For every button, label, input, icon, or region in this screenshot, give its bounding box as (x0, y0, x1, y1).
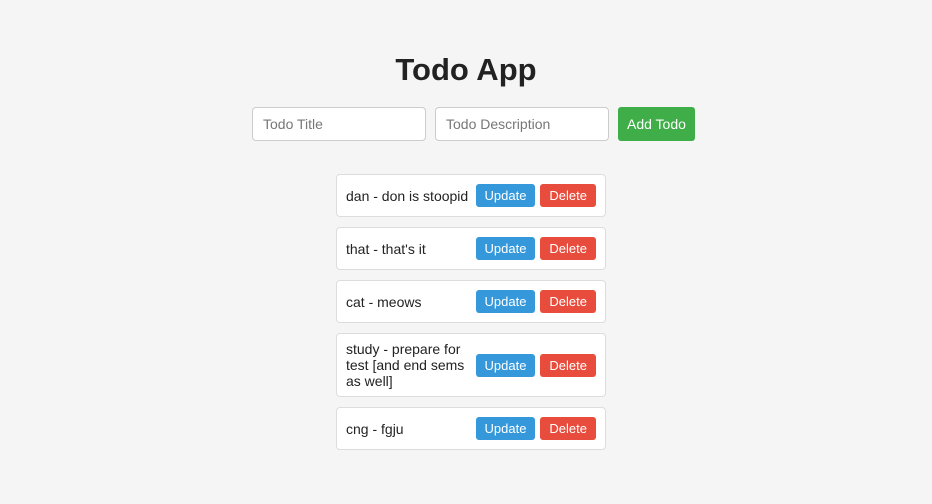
todo-item-text: dan - don is stoopid (346, 187, 469, 204)
page-title: Todo App (395, 52, 537, 87)
todo-item: study - prepare for test [and end sems a… (336, 333, 606, 397)
todo-item-text: cng - fgju (346, 420, 404, 437)
todo-description-input[interactable] (435, 107, 609, 141)
update-button[interactable]: Update (475, 237, 536, 260)
todo-list: dan - don is stoopid Update Delete that … (336, 174, 606, 460)
delete-button[interactable]: Delete (540, 184, 596, 207)
delete-button[interactable]: Delete (540, 353, 596, 377)
todo-item: cng - fgju Update Delete (336, 407, 606, 450)
add-todo-form: Add Todo (252, 107, 695, 141)
todo-item: cat - meows Update Delete (336, 280, 606, 323)
update-button[interactable]: Update (475, 417, 536, 440)
delete-button[interactable]: Delete (540, 290, 596, 313)
todo-title-input[interactable] (252, 107, 426, 141)
todo-item-text: cat - meows (346, 293, 422, 310)
todo-item: that - that's it Update Delete (336, 227, 606, 270)
todo-item-text: that - that's it (346, 240, 426, 257)
add-todo-button[interactable]: Add Todo (618, 107, 695, 141)
update-button[interactable]: Update (475, 184, 536, 207)
update-button[interactable]: Update (475, 290, 536, 313)
todo-app: Todo App Add Todo dan - don is stoopid U… (0, 0, 932, 504)
todo-item: dan - don is stoopid Update Delete (336, 174, 606, 217)
todo-item-text: study - prepare for test [and end sems a… (346, 341, 465, 389)
delete-button[interactable]: Delete (540, 417, 596, 440)
update-button[interactable]: Update (475, 353, 536, 377)
delete-button[interactable]: Delete (540, 237, 596, 260)
